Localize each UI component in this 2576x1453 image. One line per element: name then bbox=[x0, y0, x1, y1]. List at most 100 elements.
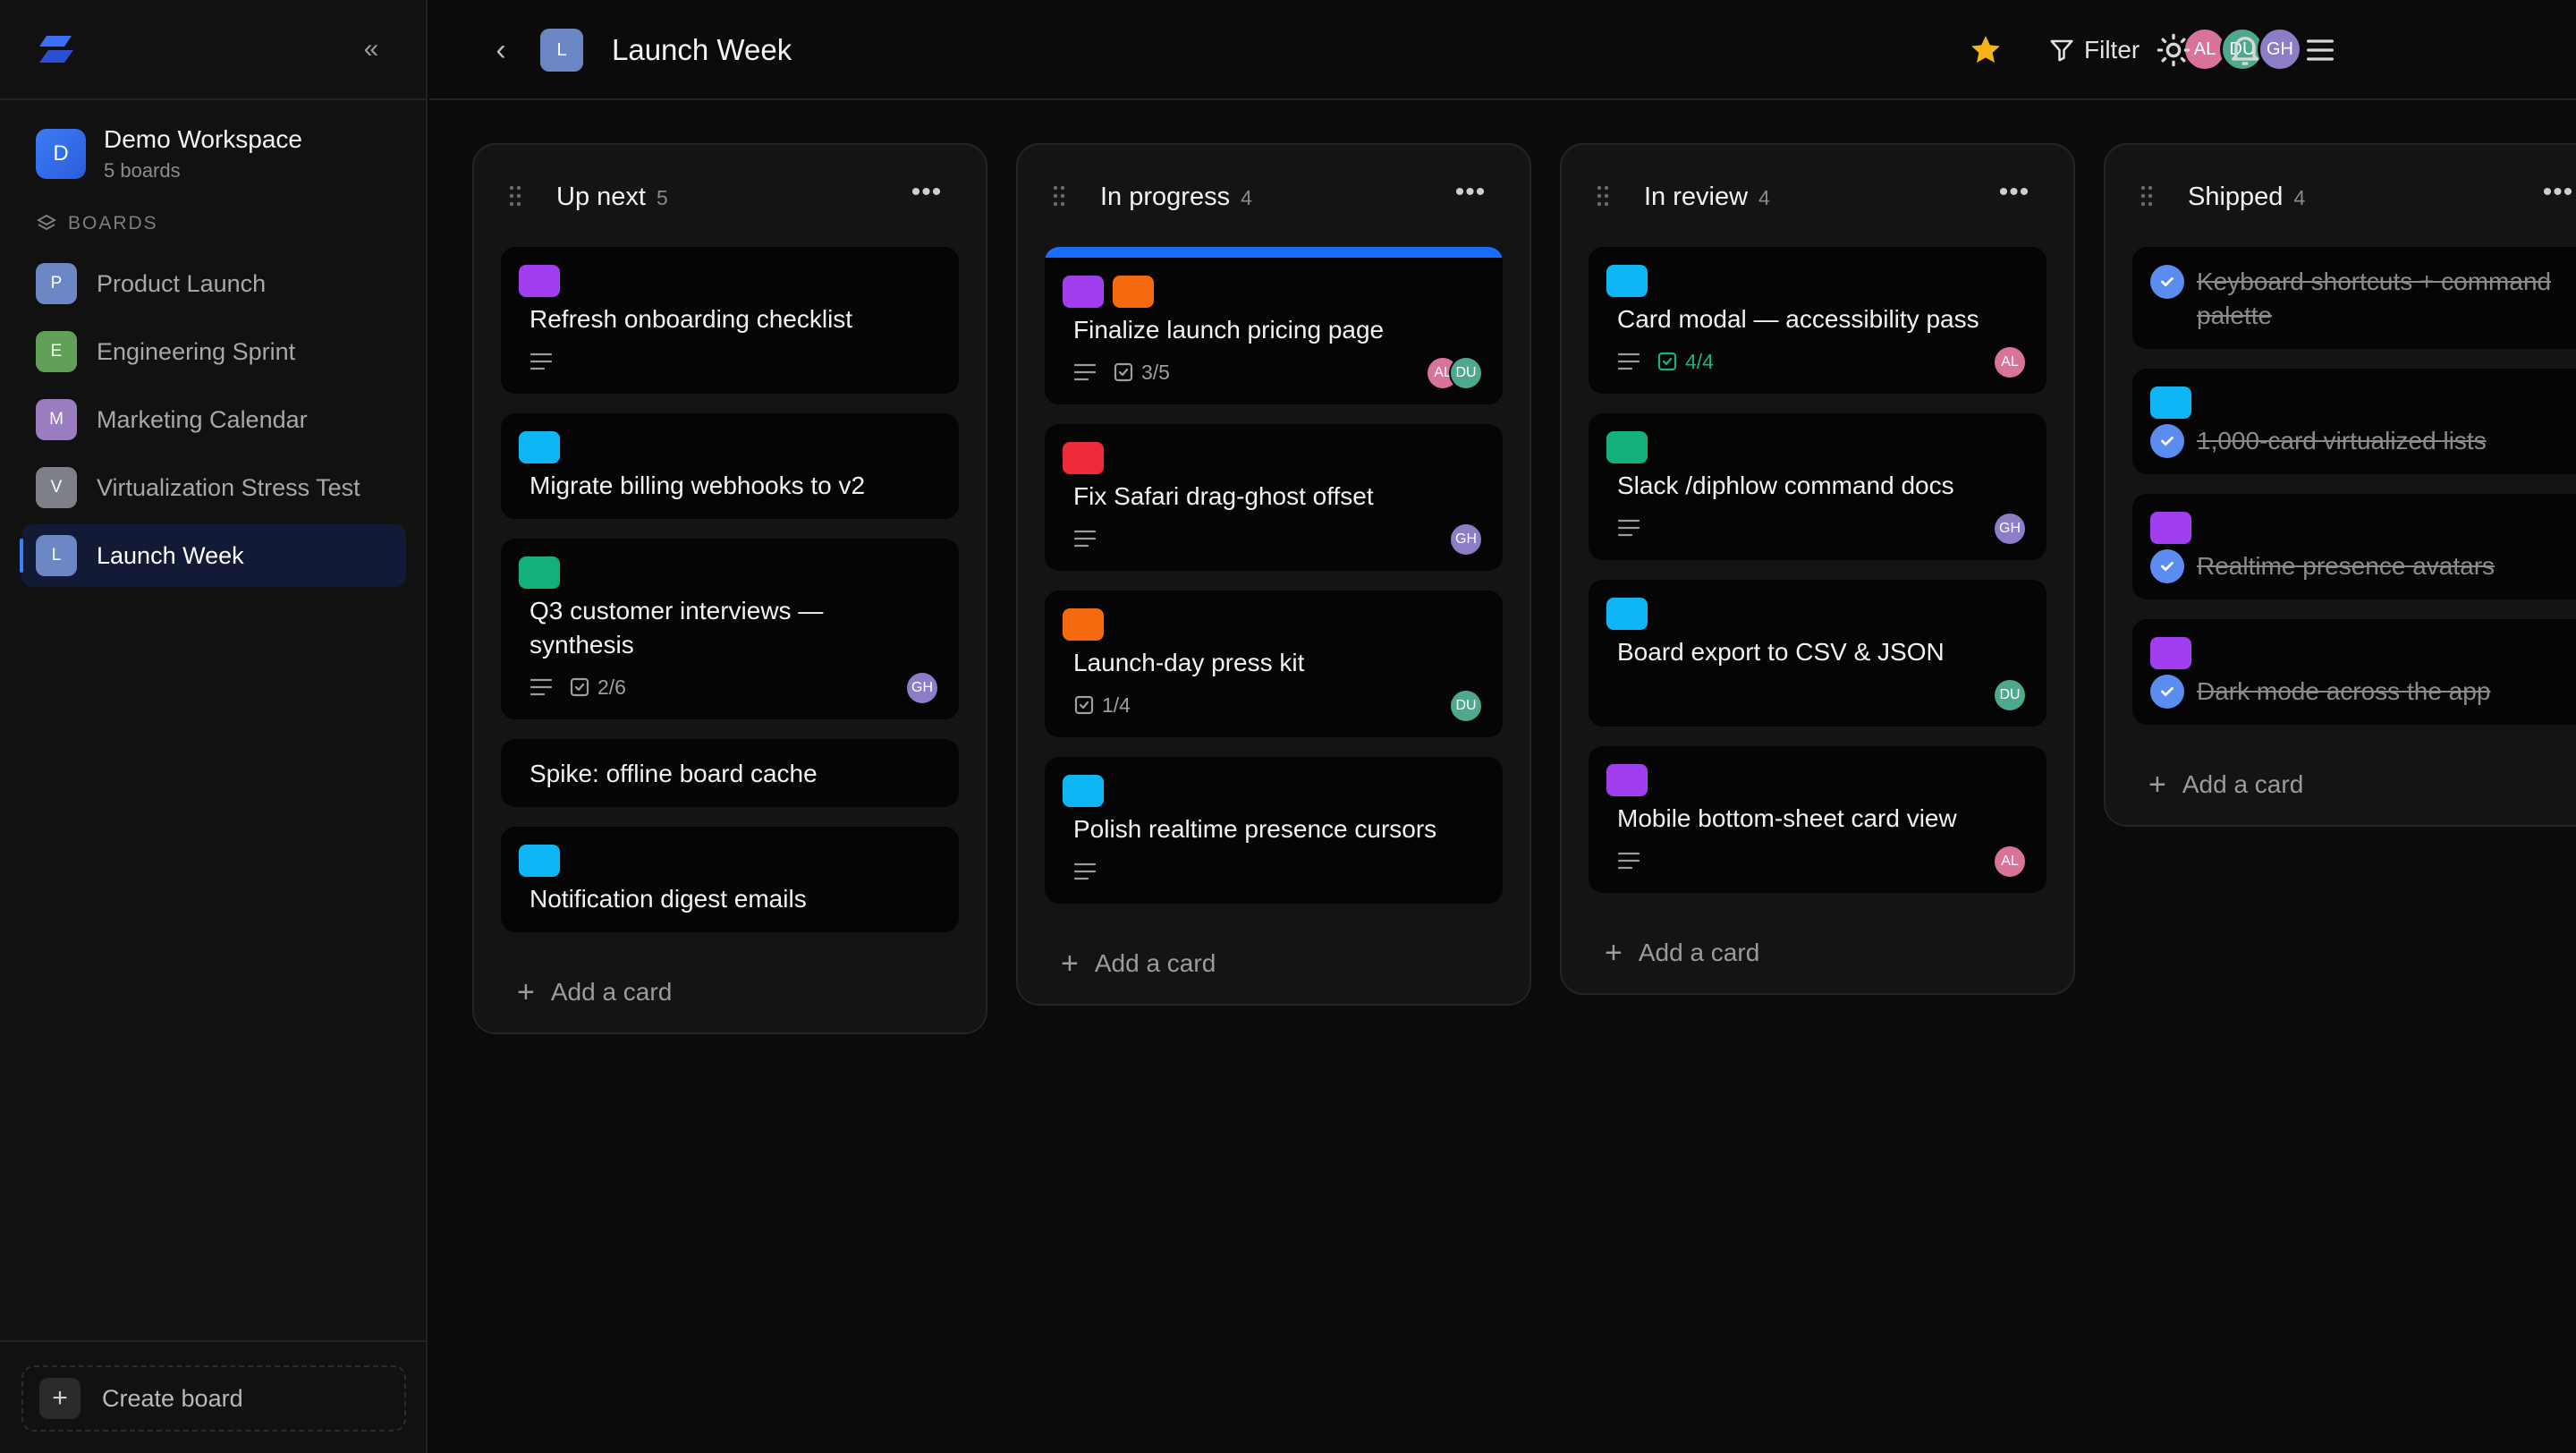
drag-handle-icon bbox=[1597, 185, 1609, 207]
sidebar-item-board[interactable]: E Engineering Sprint bbox=[21, 320, 406, 383]
drag-handle-icon bbox=[1053, 185, 1065, 207]
more-icon[interactable]: ••• bbox=[1996, 179, 2032, 215]
sidebar-item-board[interactable]: P Product Launch bbox=[21, 252, 406, 315]
logo-icon[interactable] bbox=[36, 34, 75, 64]
collapse-sidebar-icon[interactable]: « bbox=[356, 34, 386, 64]
card[interactable]: Notification digest emails bbox=[501, 827, 959, 932]
label-chip bbox=[1606, 431, 1648, 463]
card[interactable]: Q3 customer interviews — synthesis 2/6 GH bbox=[501, 539, 959, 719]
plus-icon: + bbox=[517, 974, 535, 1009]
card-meta bbox=[1617, 678, 2018, 710]
card-title: Slack /diphlow command docs bbox=[1617, 472, 1954, 499]
card[interactable]: Polish realtime presence cursors bbox=[1045, 757, 1503, 904]
card-title: Spike: offline board cache bbox=[530, 760, 818, 787]
add-card-button[interactable]: + Add a card bbox=[1018, 923, 1530, 1004]
card[interactable]: Launch-day press kit 1/4 DU bbox=[1045, 591, 1503, 737]
workspace-switcher[interactable]: D Demo Workspace 5 boards bbox=[36, 125, 302, 183]
description-icon bbox=[1073, 862, 1097, 880]
card[interactable]: Spike: offline board cache bbox=[501, 739, 959, 807]
card-meta bbox=[1073, 523, 1474, 555]
avatar: GH bbox=[1993, 512, 2027, 546]
board-column: In progress 4 ••• Finalize launch pricing p… bbox=[1016, 143, 1531, 1006]
column-title: In review 4 bbox=[1644, 179, 1770, 216]
card[interactable]: Mobile bottom-sheet card view AL bbox=[1589, 746, 2046, 893]
bell-icon[interactable] bbox=[2227, 32, 2263, 68]
card[interactable]: 1,000-card virtualized lists bbox=[2132, 369, 2576, 474]
card[interactable]: Finalize launch pricing page 3/5 AL DU bbox=[1045, 247, 1503, 404]
description-icon bbox=[1073, 530, 1097, 548]
checklist-count: 2/6 bbox=[597, 675, 626, 699]
card-labels bbox=[1063, 276, 1474, 308]
add-card-button[interactable]: + Add a card bbox=[474, 952, 986, 1032]
card-title-row: Realtime presence avatars bbox=[2150, 549, 2562, 583]
board-avatar: L bbox=[36, 535, 77, 576]
more-icon[interactable]: ••• bbox=[2540, 179, 2576, 215]
filter-icon bbox=[2050, 39, 2073, 62]
layers-icon bbox=[36, 214, 57, 231]
filter-button[interactable]: Filter bbox=[2048, 29, 2140, 72]
label-chip bbox=[2150, 512, 2191, 544]
card[interactable]: Dark mode across the app bbox=[2132, 619, 2576, 725]
card-title: Refresh onboarding checklist bbox=[530, 305, 853, 333]
card-title: Polish realtime presence cursors bbox=[1073, 815, 1437, 843]
more-icon[interactable]: ••• bbox=[1453, 179, 1488, 215]
card-assignees: GH bbox=[1993, 512, 2027, 546]
boards-section-label: BOARDS bbox=[36, 213, 158, 234]
card-assignees: DU bbox=[1993, 678, 2027, 712]
card-meta: 4/4 bbox=[1617, 345, 2018, 378]
description-icon bbox=[1073, 363, 1097, 381]
checklist-icon bbox=[1114, 362, 1133, 382]
workspace-board-count: 5 boards bbox=[104, 159, 181, 182]
more-icon[interactable]: ••• bbox=[909, 179, 945, 215]
board-avatar: P bbox=[36, 263, 77, 304]
card[interactable]: Fix Safari drag-ghost offset GH bbox=[1045, 424, 1503, 571]
sidebar-item-board[interactable]: L Launch Week bbox=[20, 524, 406, 587]
checklist-progress: 2/6 bbox=[569, 676, 626, 700]
sidebar-header: « bbox=[0, 0, 426, 100]
menu-icon[interactable] bbox=[2302, 32, 2338, 68]
avatar: GH bbox=[1449, 523, 1483, 557]
add-card-label: Add a card bbox=[2182, 770, 2304, 798]
card[interactable]: Migrate billing webhooks to v2 bbox=[501, 413, 959, 519]
card-labels bbox=[519, 431, 930, 463]
sidebar-item-board[interactable]: M Marketing Calendar bbox=[21, 388, 406, 451]
card[interactable]: Realtime presence avatars bbox=[2132, 494, 2576, 599]
card[interactable]: Refresh onboarding checklist bbox=[501, 247, 959, 394]
card[interactable]: Slack /diphlow command docs GH bbox=[1589, 413, 2046, 560]
card-list: Finalize launch pricing page 3/5 AL DU Fix S… bbox=[1018, 247, 1530, 904]
avatar: GH bbox=[2258, 27, 2302, 72]
checklist-count: 3/5 bbox=[1141, 360, 1170, 384]
label-chip bbox=[519, 265, 560, 297]
sidebar-item-label: Virtualization Stress Test bbox=[97, 473, 360, 501]
column-count: 5 bbox=[656, 186, 668, 209]
board-avatar: L bbox=[540, 29, 583, 72]
sidebar-item-board[interactable]: V Virtualization Stress Test bbox=[21, 456, 406, 519]
board-column: Shipped 4 ••• Keyboard shortcuts + command … bbox=[2104, 143, 2576, 827]
card-title-row: Keyboard shortcuts + command palette bbox=[2150, 265, 2562, 333]
add-card-button[interactable]: + Add a card bbox=[1562, 913, 2073, 993]
card[interactable]: Board export to CSV & JSON DU bbox=[1589, 580, 2046, 726]
star-icon[interactable] bbox=[1968, 32, 2004, 68]
card-meta bbox=[1073, 855, 1474, 888]
description-icon bbox=[530, 678, 553, 696]
card-title: Fix Safari drag-ghost offset bbox=[1073, 482, 1374, 510]
create-board-button[interactable]: + Create board bbox=[21, 1365, 406, 1432]
card-assignees: AL bbox=[1993, 345, 2027, 379]
board-avatar: V bbox=[36, 467, 77, 508]
card[interactable]: Keyboard shortcuts + command palette bbox=[2132, 247, 2576, 349]
add-card-button[interactable]: + Add a card bbox=[2106, 744, 2576, 825]
avatar: DU bbox=[1449, 689, 1483, 723]
description-icon bbox=[530, 353, 553, 370]
back-arrow-icon[interactable]: ‹ bbox=[483, 32, 519, 68]
label-chip bbox=[519, 845, 560, 877]
theme-sun-icon[interactable] bbox=[2156, 32, 2191, 68]
column-title-text: In progress bbox=[1100, 183, 1231, 211]
card-labels bbox=[519, 845, 930, 877]
card-assignees: GH bbox=[905, 671, 939, 705]
label-chip bbox=[2150, 637, 2191, 669]
card[interactable]: Card modal — accessibility pass 4/4 AL bbox=[1589, 247, 2046, 394]
checklist-progress: 3/5 bbox=[1113, 361, 1170, 385]
avatar: AL bbox=[1993, 845, 2027, 879]
board-avatar: E bbox=[36, 331, 77, 372]
card-labels bbox=[1606, 764, 2018, 796]
